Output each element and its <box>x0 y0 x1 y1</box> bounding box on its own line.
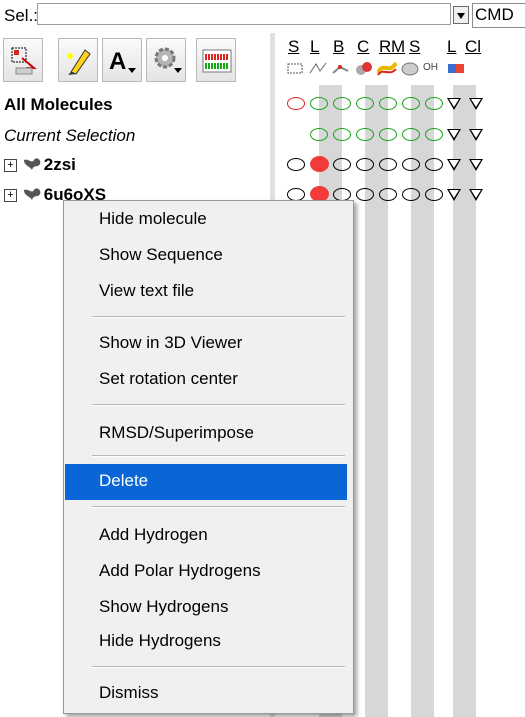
column-shade-cl <box>453 85 476 717</box>
menu-separator <box>92 404 345 406</box>
dropdown-triangle-icon[interactable] <box>447 98 461 110</box>
selection-bar: Sel.: CMD <box>0 0 525 34</box>
status-oval[interactable] <box>356 188 374 201</box>
status-oval[interactable] <box>425 128 443 141</box>
command-field[interactable]: CMD <box>472 3 525 28</box>
sequence-tool-button[interactable] <box>196 38 236 82</box>
dropdown-triangle-icon[interactable] <box>447 129 461 141</box>
status-oval[interactable] <box>402 158 420 171</box>
status-oval[interactable] <box>402 128 420 141</box>
status-oval[interactable] <box>287 158 305 171</box>
label-icon: A <box>109 48 136 75</box>
svg-text:A: A <box>109 48 126 75</box>
column-header-b[interactable]: B <box>333 37 344 57</box>
select-icon <box>11 47 37 75</box>
status-oval[interactable] <box>333 97 351 110</box>
selection-input[interactable] <box>37 3 451 25</box>
menu-item-show-sequence[interactable]: Show Sequence <box>99 245 223 265</box>
menu-item-show-hydrogens[interactable]: Show Hydrogens <box>99 597 228 617</box>
menu-separator <box>92 666 345 668</box>
column-header-c[interactable]: C <box>357 37 369 57</box>
menu-item-delete[interactable]: Delete <box>99 471 148 491</box>
menu-item-dismiss[interactable]: Dismiss <box>99 683 159 703</box>
status-oval[interactable] <box>356 128 374 141</box>
status-oval[interactable] <box>379 97 397 110</box>
dropdown-triangle-icon[interactable] <box>469 189 483 201</box>
ribbon-icon <box>377 61 397 76</box>
dropdown-triangle-icon[interactable] <box>447 189 461 201</box>
dropdown-triangle-icon[interactable] <box>447 159 461 171</box>
molecule-row-2zsi[interactable]: + 2zsi <box>4 155 76 175</box>
molecule-icon <box>23 158 41 170</box>
status-oval[interactable] <box>425 158 443 171</box>
column-shade-s <box>411 85 434 717</box>
selection-dropdown-button[interactable] <box>453 6 469 24</box>
status-oval[interactable] <box>425 97 443 110</box>
status-oval[interactable] <box>425 188 443 201</box>
status-dot-filled[interactable] <box>310 156 329 172</box>
menu-separator <box>92 316 345 318</box>
status-oval[interactable] <box>310 128 328 141</box>
column-header-m[interactable]: M <box>391 37 405 57</box>
line-icon <box>309 62 327 74</box>
column-header-cl[interactable]: Cl <box>465 37 481 57</box>
menu-item-show-in-3d-viewer[interactable]: Show in 3D Viewer <box>99 333 242 353</box>
status-oval[interactable] <box>356 158 374 171</box>
dropdown-triangle-icon[interactable] <box>469 159 483 171</box>
expand-icon[interactable]: + <box>4 159 17 172</box>
all-molecules-row[interactable]: All Molecules <box>4 95 113 115</box>
menu-item-add-hydrogen[interactable]: Add Hydrogen <box>99 525 208 545</box>
menu-item-view-text-file[interactable]: View text file <box>99 281 194 301</box>
expand-icon[interactable]: + <box>4 189 17 202</box>
column-header-s[interactable]: S <box>288 37 299 57</box>
menu-item-add-polar-hydrogens[interactable]: Add Polar Hydrogens <box>99 561 261 581</box>
selection-box-icon <box>287 63 303 74</box>
column-shade-r <box>365 85 388 717</box>
status-oval[interactable] <box>402 188 420 201</box>
status-oval[interactable] <box>379 158 397 171</box>
menu-item-set-rotation-center[interactable]: Set rotation center <box>99 369 238 389</box>
menu-separator <box>92 455 345 457</box>
settings-tool-button[interactable] <box>146 38 186 82</box>
selection-label: Sel.: <box>4 6 39 25</box>
status-oval[interactable] <box>356 97 374 110</box>
molecule-name: 2zsi <box>43 155 76 174</box>
menu-separator <box>92 506 345 508</box>
status-oval[interactable] <box>310 97 328 110</box>
gear-icon <box>154 47 182 73</box>
label-tool-button[interactable]: A <box>102 38 142 82</box>
column-header-s2[interactable]: S <box>409 37 420 57</box>
menu-item-hide-molecule[interactable]: Hide molecule <box>99 209 207 229</box>
current-selection-row[interactable]: Current Selection <box>4 126 135 146</box>
label-column-icon: OH <box>423 62 438 73</box>
menu-item-hide-hydrogens[interactable]: Hide Hydrogens <box>99 631 221 651</box>
sequence-icon <box>202 49 232 73</box>
context-menu: Hide molecule Show Sequence View text fi… <box>63 200 354 714</box>
menu-item-rmsd-superimpose[interactable]: RMSD/Superimpose <box>99 423 254 443</box>
status-oval[interactable] <box>333 158 351 171</box>
pencil-tool-button[interactable] <box>58 38 98 82</box>
surface-icon <box>401 62 419 76</box>
molecule-icon <box>23 188 41 200</box>
dropdown-triangle-icon[interactable] <box>469 129 483 141</box>
column-header-l[interactable]: L <box>310 37 319 57</box>
status-oval[interactable] <box>333 128 351 141</box>
column-header-r[interactable]: R <box>379 37 391 57</box>
pencil-icon <box>67 49 91 75</box>
cpk-icon <box>356 62 372 75</box>
status-oval[interactable] <box>379 188 397 201</box>
column-header-l2[interactable]: L <box>447 37 456 57</box>
status-oval[interactable] <box>402 97 420 110</box>
dropdown-triangle-icon[interactable] <box>469 98 483 110</box>
color-icon <box>448 64 464 73</box>
stick-icon <box>332 65 349 74</box>
status-oval[interactable] <box>287 97 305 110</box>
select-tool-button[interactable] <box>3 38 43 82</box>
status-oval[interactable] <box>379 128 397 141</box>
